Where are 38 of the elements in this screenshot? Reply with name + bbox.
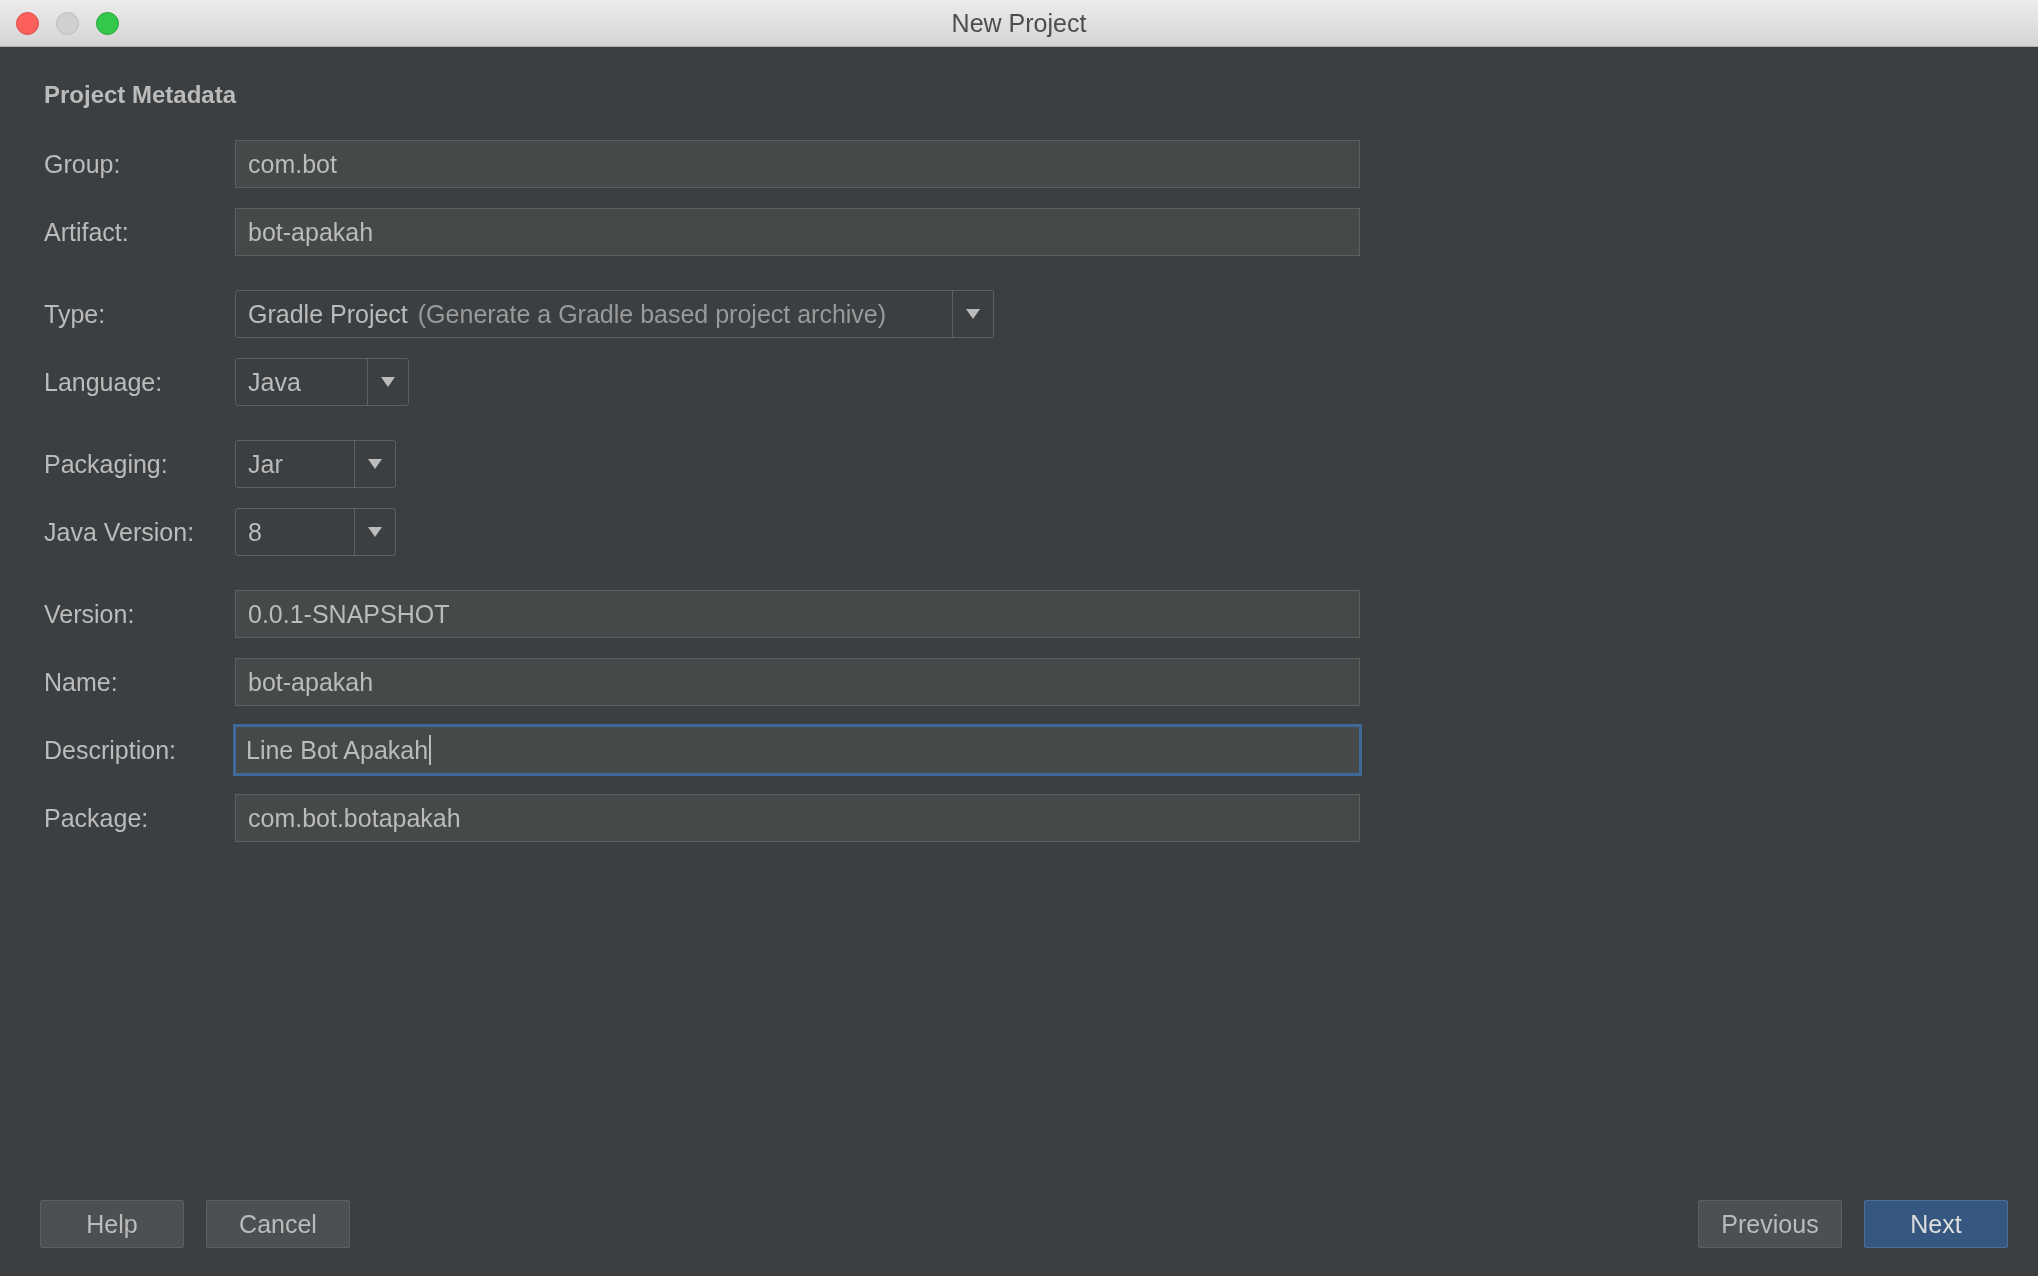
close-icon[interactable] — [16, 12, 39, 35]
dialog-button[interactable]: Previous — [1698, 1200, 1842, 1248]
field-label: Name: — [44, 667, 119, 697]
field-label: Type: — [44, 299, 107, 329]
text-field[interactable]: com.bot.botapakah — [235, 794, 1360, 842]
dropdown-value: Java — [248, 367, 301, 397]
dialog-button[interactable]: Cancel — [206, 1200, 350, 1248]
field-label: Java Version: — [44, 517, 196, 547]
dropdown-value: 8 — [248, 517, 262, 547]
caret-icon — [966, 309, 981, 319]
dropdown-hint: (Generate a Gradle based project archive) — [417, 299, 887, 329]
text-field[interactable]: bot-apakah — [235, 208, 1360, 256]
caret-icon — [380, 377, 395, 387]
field-label: Description: — [44, 735, 177, 765]
dropdown-value: Gradle Project — [248, 299, 408, 329]
field-label: Artifact: — [44, 217, 130, 247]
minimize-icon[interactable] — [56, 12, 79, 35]
text-field[interactable]: bot-apakah — [235, 658, 1360, 706]
caret-icon — [368, 459, 382, 469]
text-field[interactable]: Line Bot Apakah — [233, 724, 1362, 776]
dropdown-value: Jar — [248, 449, 283, 479]
dialog-button[interactable]: Help — [40, 1200, 184, 1248]
field-label: Language: — [44, 367, 164, 397]
field-label: Package: — [44, 803, 150, 833]
default-button[interactable]: Next — [1864, 1200, 2008, 1248]
field-label: Packaging: — [44, 449, 169, 479]
dropdown[interactable]: Gradle Project (Generate a Gradle based project archive) — [235, 290, 995, 338]
text-field[interactable]: 0.0.1-SNAPSHOT — [235, 590, 1360, 638]
dropdown[interactable]: 8 — [235, 508, 396, 556]
section-heading: Project Metadata — [44, 81, 238, 109]
caret-icon — [368, 527, 382, 537]
field-label: Version: — [44, 599, 136, 629]
maximize-icon[interactable] — [96, 12, 119, 35]
field-label: Group: — [44, 149, 122, 179]
dropdown[interactable]: Jar — [235, 440, 396, 488]
window-title: New Project — [951, 8, 1087, 38]
text-field[interactable]: com.bot — [235, 140, 1360, 188]
dropdown[interactable]: Java — [235, 358, 409, 406]
